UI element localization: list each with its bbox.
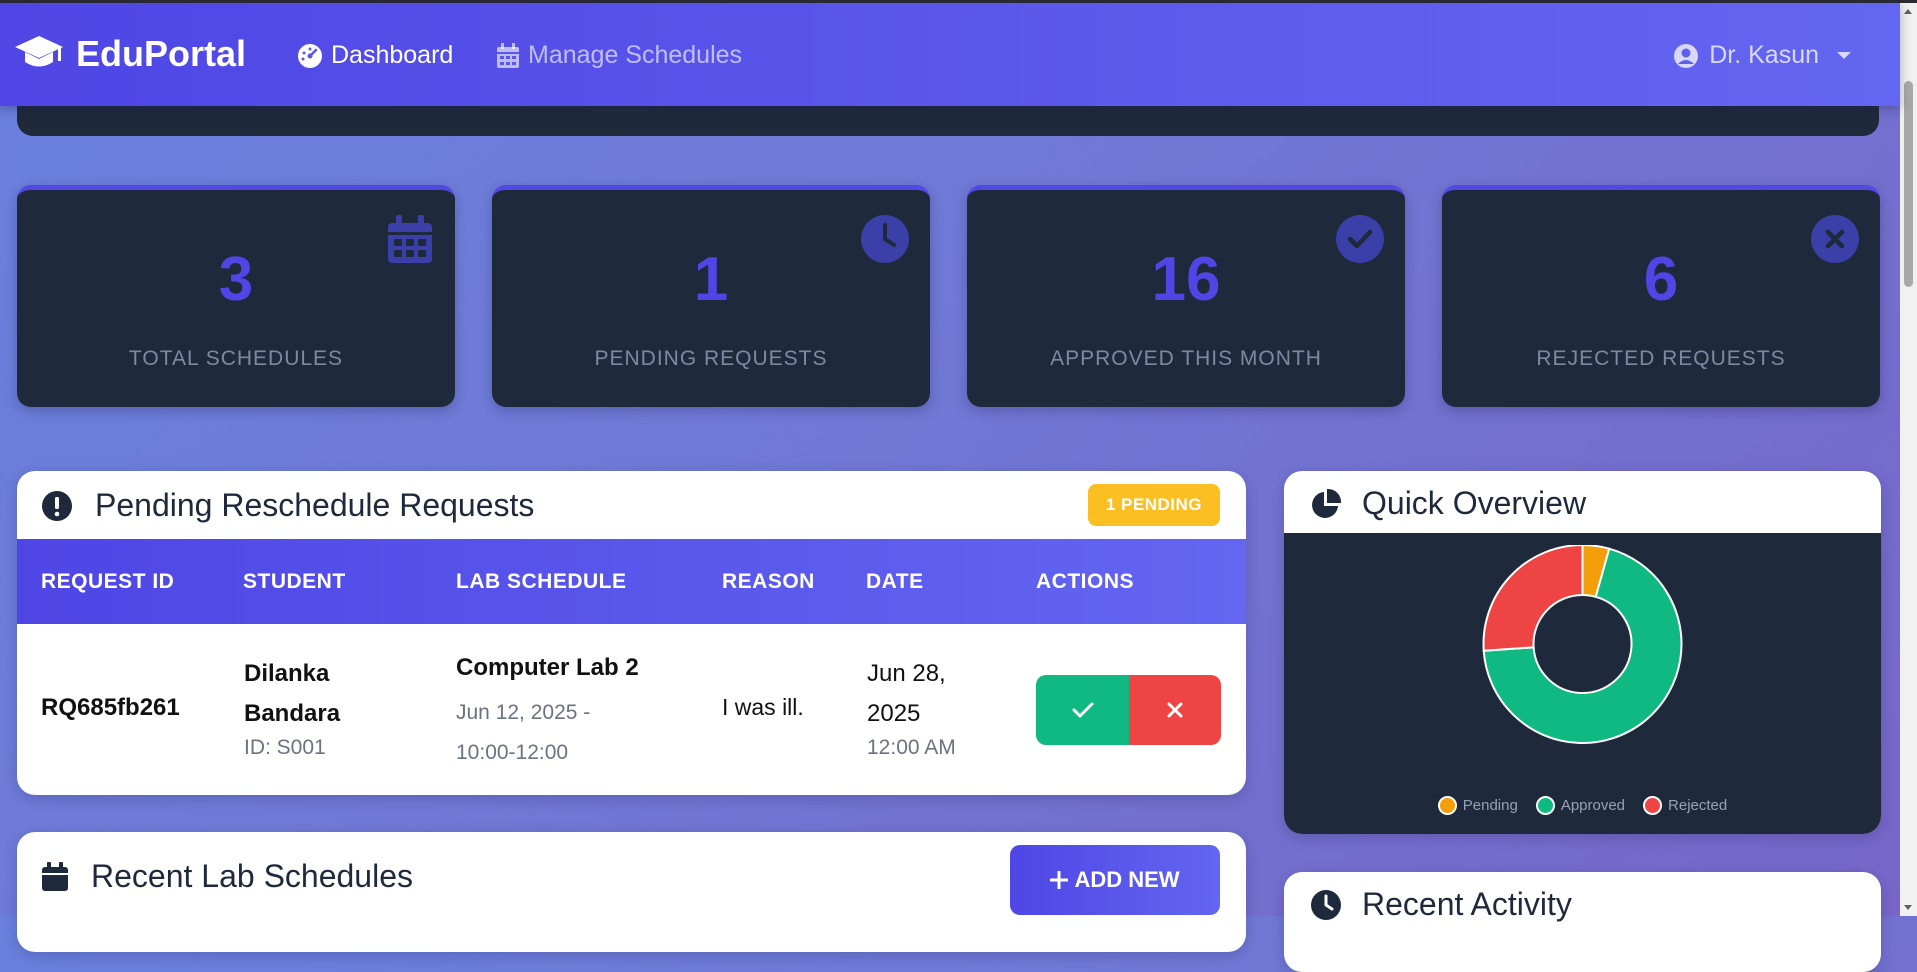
student-first-name: Dilanka [244, 660, 330, 687]
legend-item-approved[interactable]: Approved [1535, 796, 1626, 815]
lab-hours: 10:00-12:00 [456, 741, 569, 764]
nav-manage-schedules[interactable]: Manage Schedules [496, 41, 742, 70]
chart-area: Pending Approved Rejected [1284, 533, 1881, 834]
stat-card-total-schedules: 3 TOTAL SCHEDULES [17, 185, 455, 407]
quick-overview-card: Quick Overview Pending Approved Rejected [1284, 471, 1881, 834]
request-date-line-1: Jun 28, [867, 660, 946, 687]
legend-label: Approved [1560, 797, 1626, 814]
stat-card-pending-requests: 1 PENDING REQUESTS [492, 185, 930, 407]
card-header: Quick Overview [1310, 485, 1586, 522]
nav-manage-schedules-label: Manage Schedules [528, 41, 743, 69]
legend-swatch [1535, 796, 1555, 815]
recent-activity-card: Recent Activity [1284, 872, 1881, 972]
card-header: Pending Reschedule Requests [41, 487, 534, 524]
chevron-down-icon [1837, 52, 1851, 59]
stat-card-rejected-requests: 6 REJECTED REQUESTS [1442, 185, 1880, 407]
recent-schedules-card: Recent Lab Schedules ADD NEW [17, 832, 1246, 952]
stat-value: 16 [1151, 245, 1221, 314]
exclamation-circle-icon [42, 490, 72, 521]
column-header: REQUEST ID [41, 569, 175, 593]
reason: I was ill. [722, 694, 804, 720]
scroll-down-icon[interactable] [1904, 905, 1912, 910]
approve-button[interactable] [1036, 675, 1129, 745]
card-title: Quick Overview [1362, 485, 1587, 521]
brand-name: EduPortal [76, 33, 247, 74]
student-name: Dilanka Bandara [244, 654, 340, 734]
column-header: LAB SCHEDULE [456, 569, 627, 593]
column-header: REASON [722, 569, 815, 593]
card-title: Pending Reschedule Requests [95, 487, 535, 523]
legend-swatch [1643, 796, 1663, 815]
student-id: ID: S001 [244, 736, 326, 759]
stat-value: 3 [218, 245, 254, 314]
navbar: EduPortal Dashboard Manage Schedules Dr.… [0, 3, 1900, 106]
stat-label: PENDING REQUESTS [594, 347, 828, 370]
column-header: DATE [866, 569, 924, 593]
pending-requests-card: Pending Reschedule Requests 1 PENDING RE… [17, 471, 1246, 795]
reject-button[interactable] [1129, 675, 1221, 745]
calendar-icon [42, 861, 68, 891]
legend-item-rejected[interactable]: Rejected [1643, 796, 1727, 815]
table-header: REQUEST ID STUDENT LAB SCHEDULE REASON D… [17, 539, 1246, 624]
stat-card-approved-this-month: 16 APPROVED THIS MONTH [967, 185, 1405, 407]
user-menu[interactable]: Dr. Kasun [1673, 41, 1851, 70]
doughnut-chart [1482, 545, 1683, 744]
plus-icon [1050, 871, 1069, 889]
card-header: Recent Lab Schedules [41, 858, 413, 895]
lab-date: Jun 12, 2025 - [456, 701, 591, 724]
chart-legend: Pending Approved Rejected [1284, 796, 1881, 815]
request-date: Jun 28, 2025 [867, 654, 946, 734]
user-circle-icon [1674, 43, 1699, 68]
stat-label: TOTAL SCHEDULES [128, 347, 344, 370]
scroll-up-icon[interactable] [1904, 9, 1912, 14]
lab-name: Computer Lab 2 [456, 654, 639, 681]
column-header: STUDENT [243, 569, 346, 593]
stat-value: 6 [1643, 245, 1679, 314]
vertical-scrollbar[interactable] [1900, 3, 1917, 916]
add-new-button[interactable]: ADD NEW [1010, 845, 1220, 915]
scrollbar-thumb[interactable] [1904, 81, 1913, 287]
pending-count-badge: 1 PENDING [1087, 484, 1220, 526]
brand-link[interactable]: EduPortal [14, 33, 246, 75]
lab-time: Jun 12, 2025 - 10:00-12:00 [456, 693, 590, 773]
student-last-name: Bandara [244, 700, 341, 727]
donut-slice-rejected[interactable] [1482, 545, 1584, 652]
add-new-label: ADD NEW [1074, 867, 1180, 892]
request-time: 12:00 AM [867, 736, 956, 759]
tachometer-icon [298, 43, 322, 68]
stat-value: 1 [693, 245, 729, 314]
legend-label: Rejected [1668, 797, 1728, 814]
legend-label: Pending [1462, 797, 1518, 814]
graduation-cap-icon [15, 36, 63, 67]
request-date-line-2: 2025 [867, 700, 921, 727]
close-icon [1167, 702, 1183, 718]
card-header: Recent Activity [1310, 886, 1572, 923]
calendar-icon [497, 42, 519, 68]
user-name: Dr. Kasun [1709, 41, 1819, 69]
nav-dashboard[interactable]: Dashboard [297, 41, 453, 70]
legend-swatch [1437, 796, 1457, 815]
check-icon [1072, 702, 1093, 718]
pie-chart-icon [1312, 488, 1342, 518]
legend-item-pending[interactable]: Pending [1437, 796, 1518, 815]
card-title: Recent Activity [1362, 886, 1572, 922]
card-title: Recent Lab Schedules [91, 858, 413, 894]
nav-dashboard-label: Dashboard [331, 41, 454, 69]
stat-label: REJECTED REQUESTS [1536, 347, 1786, 370]
column-header: ACTIONS [1036, 569, 1134, 593]
stat-label: APPROVED THIS MONTH [1050, 347, 1322, 370]
request-id: RQ685fb261 [41, 694, 180, 721]
